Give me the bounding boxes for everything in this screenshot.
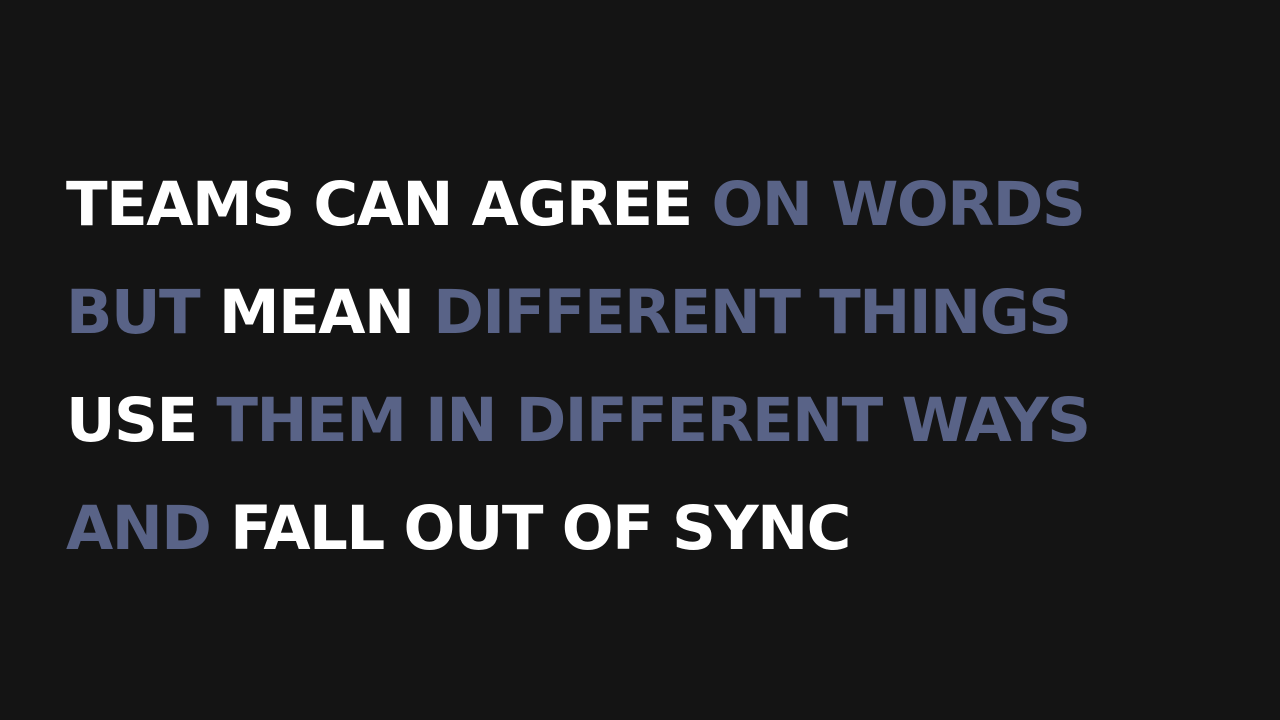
statement-line-4: AND FALL OUT OF SYNC xyxy=(66,491,1266,599)
muted-phrase: DIFFERENT THINGS xyxy=(433,277,1072,348)
statement-line-3: USE THEM IN DIFFERENT WAYS xyxy=(66,383,1266,491)
muted-phrase: AND xyxy=(66,493,212,564)
statement-line-1: TEAMS CAN AGREE ON WORDS xyxy=(66,167,1266,275)
highlight-phrase: FALL OUT OF SYNC xyxy=(230,493,851,564)
muted-phrase: ON WORDS xyxy=(711,169,1085,240)
statement-line-2: BUT MEAN DIFFERENT THINGS xyxy=(66,275,1266,383)
highlight-phrase: MEAN xyxy=(218,277,415,348)
highlight-phrase: USE xyxy=(66,385,198,456)
statement-text: TEAMS CAN AGREE ON WORDS BUT MEAN DIFFER… xyxy=(66,167,1266,599)
muted-phrase: BUT xyxy=(66,277,201,348)
muted-phrase: THEM IN DIFFERENT WAYS xyxy=(216,385,1091,456)
highlight-phrase: TEAMS CAN AGREE xyxy=(66,169,693,240)
slide: TEAMS CAN AGREE ON WORDS BUT MEAN DIFFER… xyxy=(0,0,1280,720)
